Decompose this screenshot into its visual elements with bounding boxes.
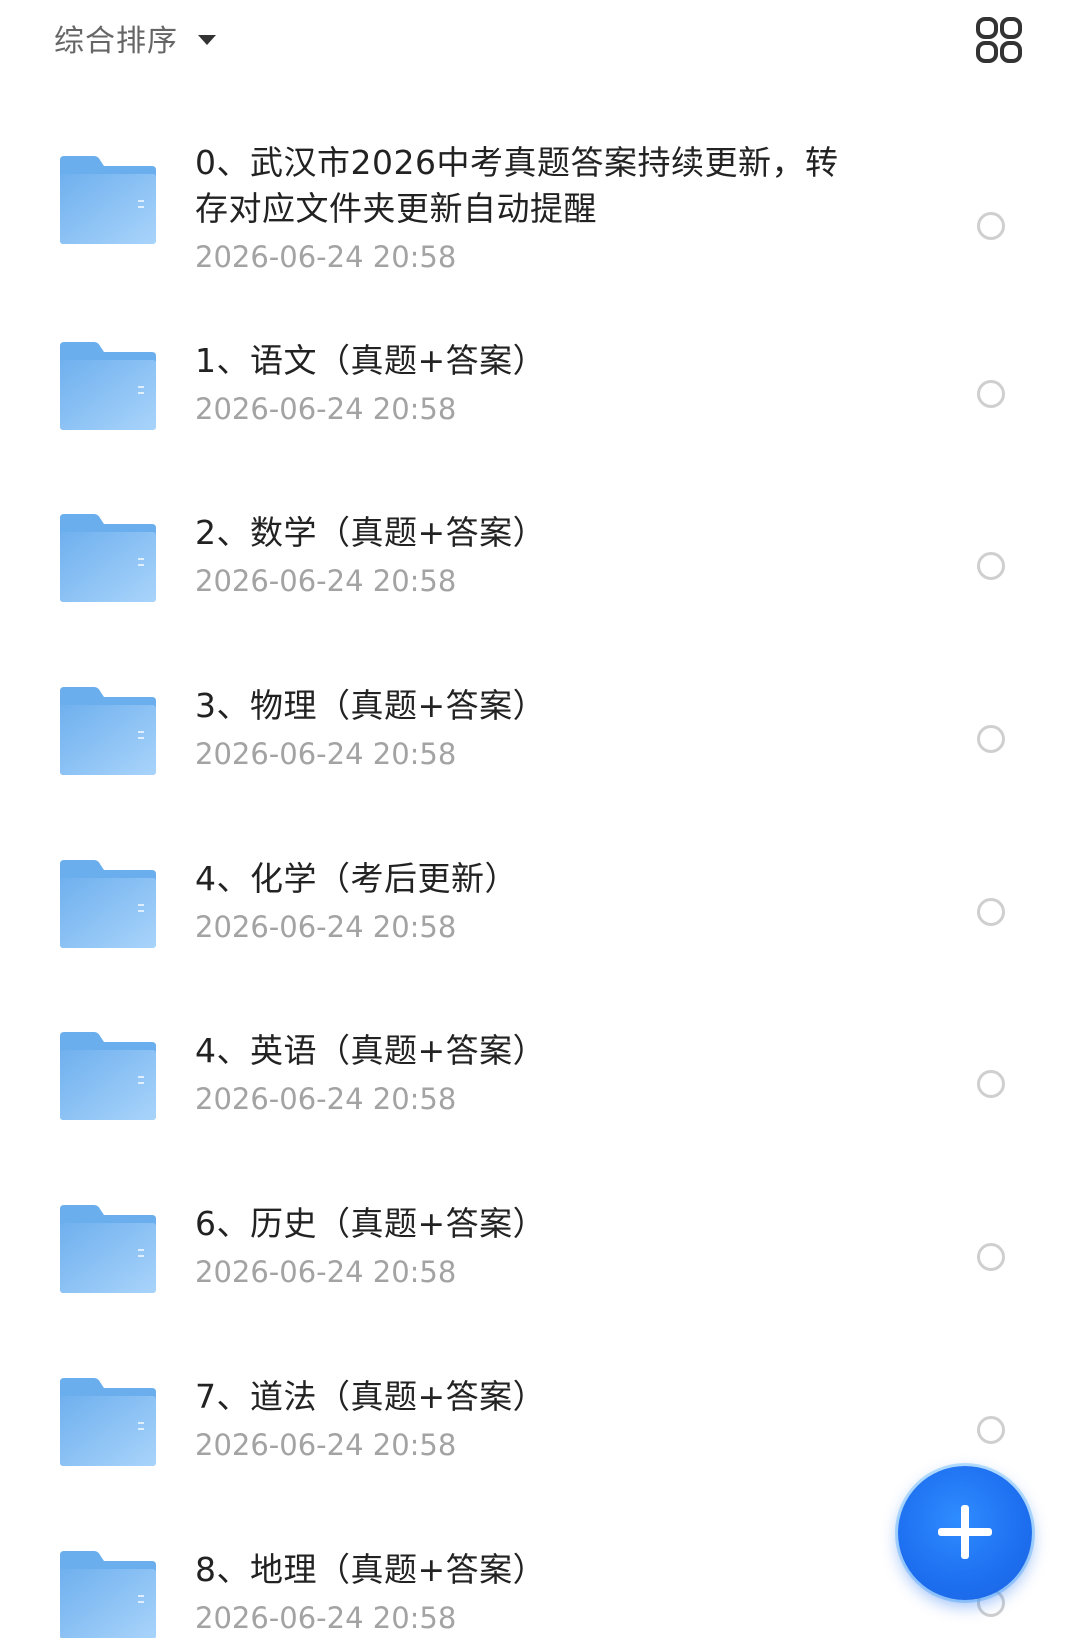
list-item[interactable]: 2、数学（真题+答案） 2026-06-24 20:58: [0, 512, 1080, 632]
file-timestamp: 2026-06-24 20:58: [195, 392, 457, 426]
folder-icon: [58, 858, 158, 950]
file-timestamp: 2026-06-24 20:58: [195, 1601, 457, 1635]
file-name: 8、地理（真题+答案）: [195, 1550, 547, 1589]
select-radio[interactable]: [977, 380, 1005, 408]
folder-icon: [58, 154, 158, 246]
folder-icon: [58, 512, 158, 604]
select-radio[interactable]: [977, 1243, 1005, 1271]
file-timestamp: 2026-06-24 20:58: [195, 910, 457, 944]
caret-down-icon: [198, 35, 216, 45]
select-radio[interactable]: [977, 725, 1005, 753]
select-radio[interactable]: [977, 1416, 1005, 1444]
folder-icon: [58, 1203, 158, 1295]
file-name: 6、历史（真题+答案）: [195, 1204, 547, 1243]
file-timestamp: 2026-06-24 20:58: [195, 1255, 457, 1289]
folder-icon: [58, 340, 158, 432]
list-item[interactable]: 0、武汉市2026中考真题答案持续更新，转 存对应文件夹更新自动提醒 2026-…: [0, 140, 1080, 290]
file-name: 4、化学（考后更新）: [195, 859, 518, 898]
select-radio[interactable]: [977, 552, 1005, 580]
select-radio[interactable]: [977, 212, 1005, 240]
file-timestamp: 2026-06-24 20:58: [195, 564, 457, 598]
file-timestamp: 2026-06-24 20:58: [195, 240, 457, 274]
top-toolbar: 综合排序: [0, 0, 1080, 80]
file-timestamp: 2026-06-24 20:58: [195, 1082, 457, 1116]
folder-icon: [58, 1549, 158, 1638]
file-timestamp: 2026-06-24 20:58: [195, 1428, 457, 1462]
list-item[interactable]: 1、语文（真题+答案） 2026-06-24 20:58: [0, 340, 1080, 460]
sort-label: 综合排序: [54, 24, 178, 59]
file-name: 2、数学（真题+答案）: [195, 513, 547, 552]
file-name: 0、武汉市2026中考真题答案持续更新，转 存对应文件夹更新自动提醒: [195, 143, 839, 228]
list-item[interactable]: 4、英语（真题+答案） 2026-06-24 20:58: [0, 1030, 1080, 1150]
folder-icon: [58, 1376, 158, 1468]
file-name: 1、语文（真题+答案）: [195, 341, 547, 380]
file-name: 4、英语（真题+答案）: [195, 1031, 547, 1070]
select-radio[interactable]: [977, 898, 1005, 926]
list-item[interactable]: 4、化学（考后更新） 2026-06-24 20:58: [0, 858, 1080, 978]
add-button[interactable]: [898, 1466, 1032, 1600]
file-name: 7、道法（真题+答案）: [195, 1377, 547, 1416]
grid-view-icon[interactable]: [975, 16, 1023, 64]
file-timestamp: 2026-06-24 20:58: [195, 737, 457, 771]
sort-dropdown[interactable]: 综合排序: [54, 18, 216, 59]
select-radio[interactable]: [977, 1070, 1005, 1098]
file-name: 3、物理（真题+答案）: [195, 686, 547, 725]
folder-icon: [58, 1030, 158, 1122]
list-item[interactable]: 3、物理（真题+答案） 2026-06-24 20:58: [0, 685, 1080, 805]
plus-icon: [938, 1505, 992, 1559]
list-item[interactable]: 6、历史（真题+答案） 2026-06-24 20:58: [0, 1203, 1080, 1323]
folder-icon: [58, 685, 158, 777]
